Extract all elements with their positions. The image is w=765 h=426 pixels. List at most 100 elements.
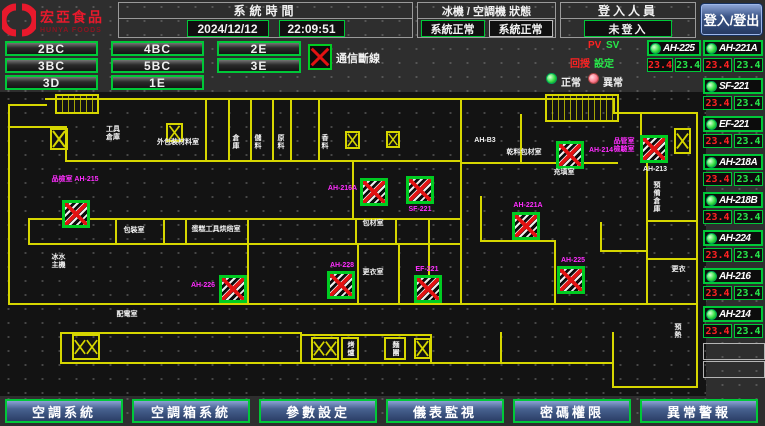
- marker-label: SF-221: [404, 206, 436, 214]
- nav-meter-monitor-button[interactable]: 儀表監視: [386, 399, 504, 423]
- login-section: 登入人員 未登入: [560, 2, 696, 38]
- disconnect-marker-ah-221a[interactable]: [512, 212, 540, 240]
- disconnect-marker-ah-215[interactable]: [62, 200, 90, 228]
- pv-value: 23.4: [703, 324, 732, 338]
- chiller-status-value: 系統正常: [421, 20, 485, 37]
- unit-status-ah-225[interactable]: AH-225: [647, 40, 701, 56]
- status-led-icon: [706, 233, 717, 244]
- room-box: 麵團: [384, 337, 406, 360]
- room-label: 乾料包材室: [503, 149, 545, 157]
- room-label: 配電室: [114, 311, 140, 319]
- status-led-icon: [706, 195, 717, 206]
- unit-values: 23.4 23.4: [703, 210, 763, 224]
- sv-value: 23.4: [734, 286, 763, 300]
- disconnect-marker-sf-221[interactable]: [406, 176, 434, 204]
- disconnect-marker-ah-214[interactable]: [556, 141, 584, 169]
- feedback-label: 回授: [570, 55, 590, 70]
- nav-parameter-settings-button[interactable]: 參數設定: [259, 399, 377, 423]
- unit-status-ah-224[interactable]: AH-224: [703, 230, 763, 246]
- disconnect-marker-ah-228[interactable]: [327, 271, 355, 299]
- unit-status-ah-214[interactable]: AH-214: [703, 306, 763, 322]
- shaft-icon: [50, 128, 68, 150]
- pv-value: 23.4: [703, 248, 732, 262]
- system-date-value: 2024/12/12: [187, 20, 269, 37]
- sv-value: 23.4: [734, 58, 763, 72]
- stair-icon: [545, 94, 619, 122]
- disconnect-legend-label: 通信斷線: [336, 50, 380, 66]
- unit-name: AH-218B: [719, 195, 757, 206]
- brand-name: 宏亞食品: [40, 7, 104, 27]
- nav-password-permission-button[interactable]: 密碼權限: [513, 399, 631, 423]
- room-label: 更衣室: [360, 269, 386, 277]
- unit-status-ef-221[interactable]: EF-221: [703, 116, 763, 132]
- room-label: AH-213: [640, 166, 670, 174]
- login-logout-button[interactable]: 登入/登出: [701, 4, 762, 35]
- login-label: 登入人員: [561, 3, 695, 19]
- unit-status-ah-218b[interactable]: AH-218B: [703, 192, 763, 208]
- shaft-double-icon: [311, 337, 339, 360]
- disconnect-marker-ah-225[interactable]: [557, 266, 585, 294]
- disconnect-marker-ah-213[interactable]: [640, 135, 668, 163]
- room-label: 預熱: [673, 320, 681, 342]
- nav-ahu-system-button[interactable]: 空調箱系統: [132, 399, 250, 423]
- disconnect-marker-ef-221[interactable]: [414, 275, 442, 303]
- sv-value: 23.4: [675, 58, 701, 72]
- status-led-icon: [706, 119, 717, 130]
- marker-label: AH-216A: [326, 185, 359, 193]
- room-box: 烤爐: [341, 337, 359, 360]
- unit-values: 23.4 23.4: [703, 96, 763, 110]
- marker-label: AH-221A: [508, 202, 548, 210]
- marker-label: AH-225: [556, 257, 590, 265]
- room-label: 儲料: [253, 128, 261, 156]
- room-label-oven: 烤爐: [345, 341, 355, 357]
- shaft-icon: [386, 131, 400, 148]
- pv-value: 23.4: [703, 96, 732, 110]
- unit-name: AH-218A: [719, 157, 757, 168]
- disconnect-marker-ah-216a[interactable]: [360, 178, 388, 206]
- nav-hvac-system-button[interactable]: 空調系統: [5, 399, 123, 423]
- unit-values: 23.4 23.4: [703, 58, 763, 72]
- ahu-status-value: 系統正常: [489, 20, 553, 37]
- unit-name: EF-221: [719, 119, 749, 130]
- unit-status-ah-218a[interactable]: AH-218A: [703, 154, 763, 170]
- abnormal-legend-label: 異常: [603, 74, 623, 89]
- unit-status-sf-221[interactable]: SF-221: [703, 78, 763, 94]
- status-led-icon: [706, 157, 717, 168]
- empty-slot: [703, 343, 765, 360]
- floor-button-4bc[interactable]: 4BC: [111, 41, 204, 56]
- empty-slot: [703, 361, 765, 378]
- room-label: 香料: [320, 128, 328, 156]
- room-label: 包材室: [360, 220, 386, 228]
- unit-status-ah-221a[interactable]: AH-221A: [703, 40, 763, 56]
- floor-button-2e[interactable]: 2E: [217, 41, 301, 56]
- disconnect-legend-icon: [308, 44, 332, 70]
- unit-values: 23.4 23.4: [703, 286, 763, 300]
- nav-alarm-button[interactable]: 異常警報: [640, 399, 758, 423]
- floor-button-2bc[interactable]: 2BC: [5, 41, 98, 56]
- floor-button-5bc[interactable]: 5BC: [111, 58, 204, 73]
- shaft-icon: [414, 338, 431, 359]
- normal-legend-label: 正常: [561, 74, 581, 89]
- pv-value: 23.4: [703, 286, 732, 300]
- unit-name: AH-224: [719, 233, 750, 244]
- floor-button-3d[interactable]: 3D: [5, 75, 98, 90]
- unit-name: AH-221A: [719, 43, 757, 54]
- floor-button-3e[interactable]: 3E: [217, 58, 301, 73]
- room-label: 外包裝材料室: [152, 139, 204, 147]
- room-label: 原料: [276, 128, 284, 156]
- unit-name: AH-214: [719, 309, 750, 320]
- room-label: 充填室: [550, 169, 578, 177]
- unit-name: AH-225: [663, 43, 694, 54]
- marker-label: EF-221: [412, 266, 442, 274]
- sv-label: SV: [606, 40, 619, 51]
- brand-name-en: HUNYA FOODS: [40, 27, 104, 34]
- sv-value: 23.4: [734, 172, 763, 186]
- pv-value: 23.4: [703, 134, 732, 148]
- unit-values: 23.4 23.4: [703, 134, 763, 148]
- unit-values: 23.4 23.4: [703, 248, 763, 262]
- floor-button-1e[interactable]: 1E: [111, 75, 204, 90]
- disconnect-marker-ah-226[interactable]: [219, 275, 247, 303]
- floor-button-3bc[interactable]: 3BC: [5, 58, 98, 73]
- unit-status-ah-216[interactable]: AH-216: [703, 268, 763, 284]
- shaft-double-icon: [72, 334, 100, 360]
